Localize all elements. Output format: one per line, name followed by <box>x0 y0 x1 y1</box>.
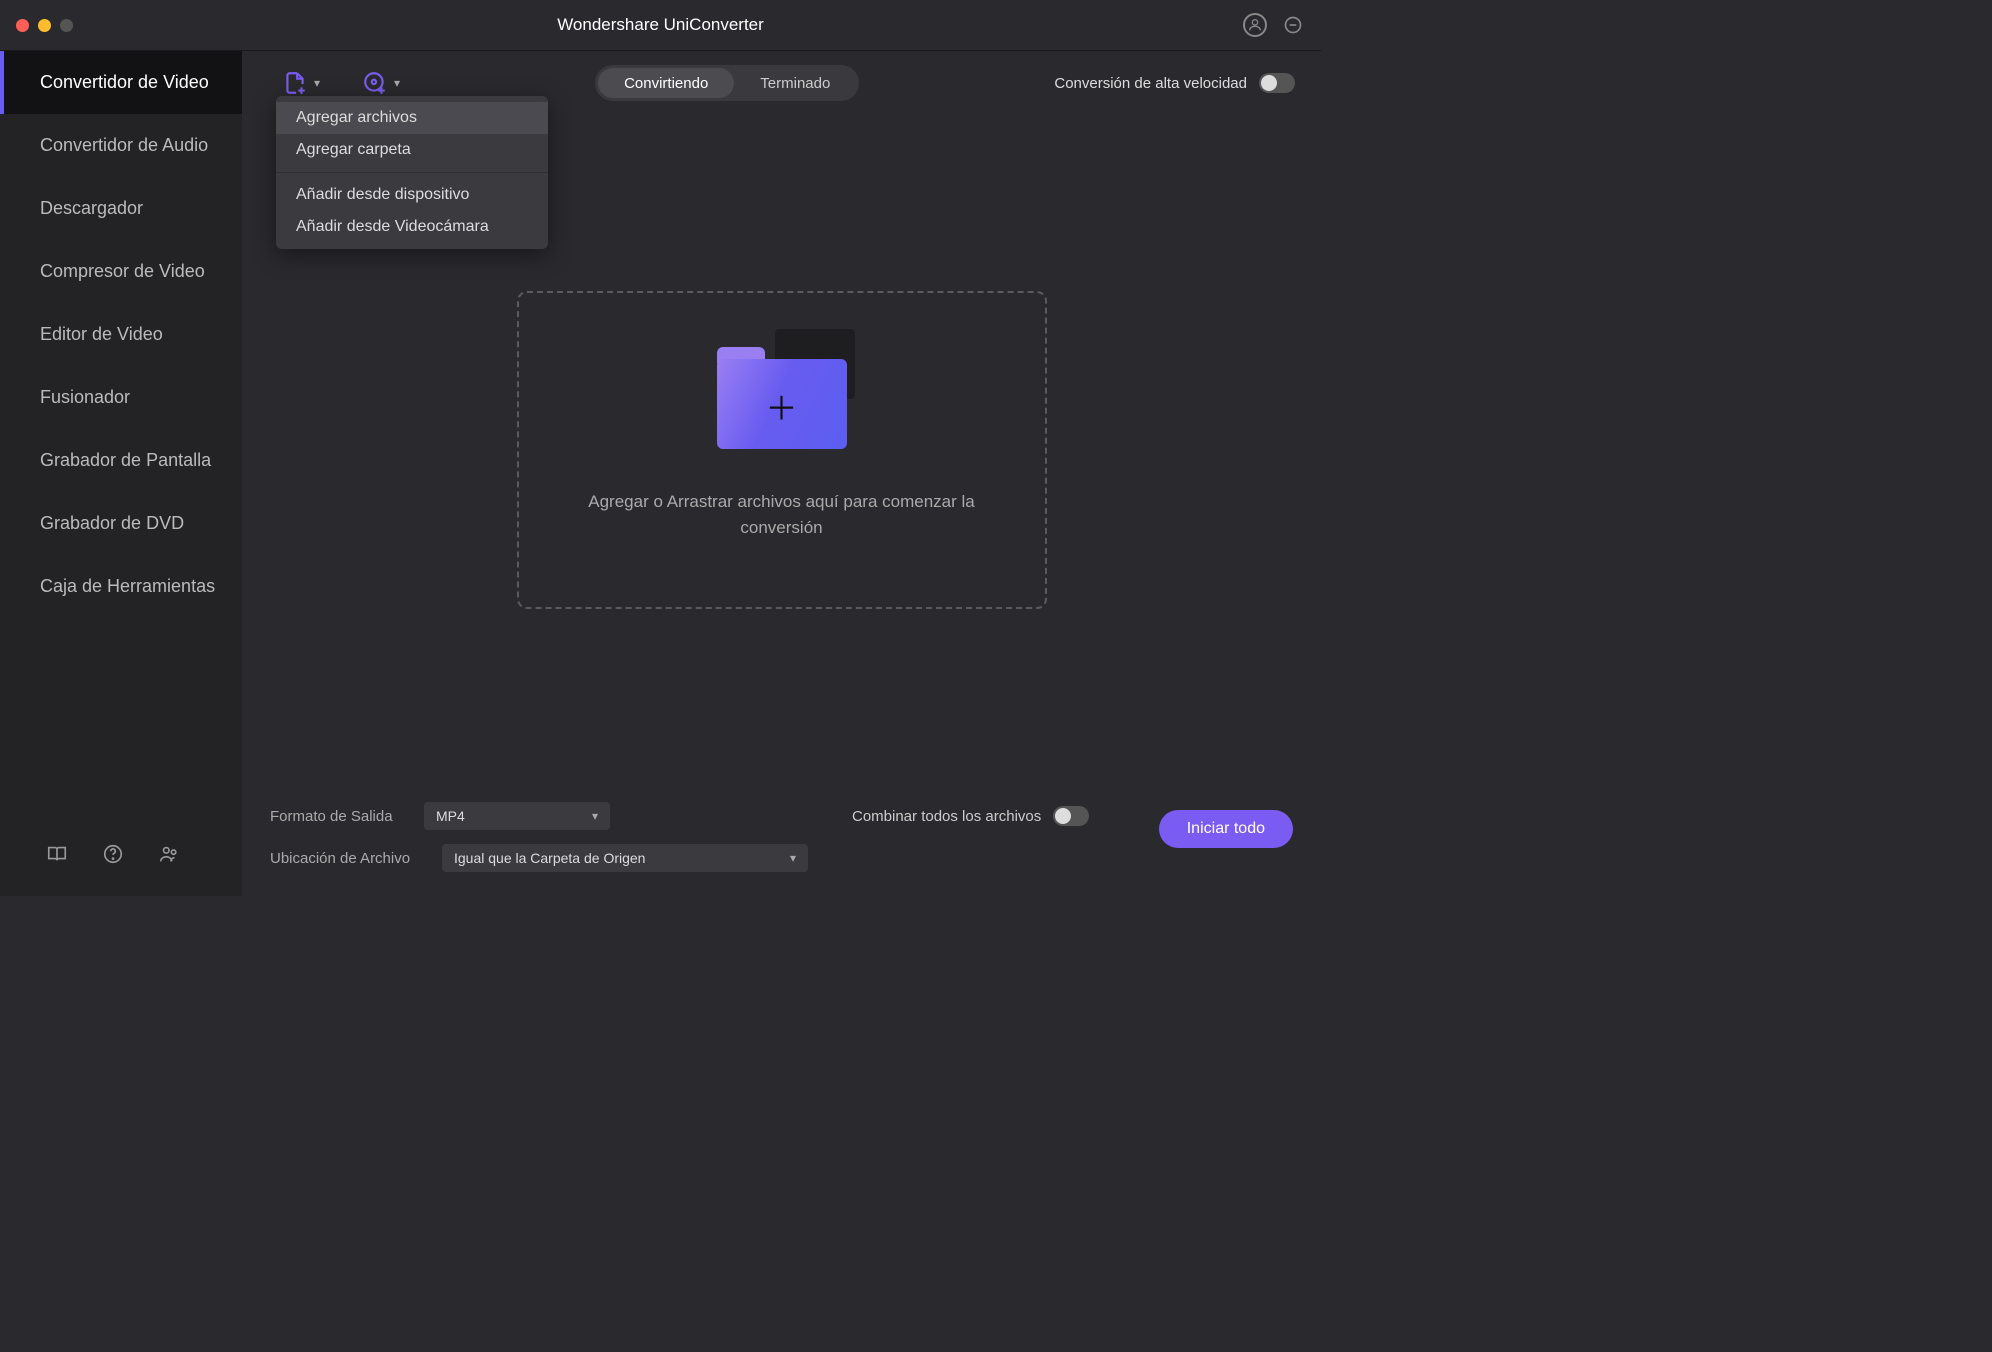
output-format-select[interactable]: MP4 ▾ <box>424 802 610 830</box>
load-dvd-button[interactable]: ▾ <box>362 70 400 96</box>
menu-item-label: Añadir desde Videocámara <box>296 218 489 235</box>
sidebar-item-dvd-burner[interactable]: Grabador de DVD <box>0 492 242 555</box>
window-controls <box>16 19 73 32</box>
sidebar-item-screen-recorder[interactable]: Grabador de Pantalla <box>0 429 242 492</box>
sidebar-item-merger[interactable]: Fusionador <box>0 366 242 429</box>
sidebar-item-label: Convertidor de Audio <box>40 135 208 155</box>
sidebar-item-label: Grabador de Pantalla <box>40 450 211 470</box>
file-location-select[interactable]: Igual que la Carpeta de Origen ▾ <box>442 844 808 872</box>
tutorial-icon[interactable] <box>46 843 68 870</box>
sidebar-item-label: Fusionador <box>40 387 130 407</box>
community-icon[interactable] <box>158 843 180 870</box>
menu-item-label: Añadir desde dispositivo <box>296 186 469 203</box>
sidebar-item-video-converter[interactable]: Convertidor de Video <box>0 51 242 114</box>
titlebar: Wondershare UniConverter <box>0 0 1321 51</box>
status-tabs: Convirtiendo Terminado <box>595 65 859 101</box>
sidebar-item-label: Grabador de DVD <box>40 513 184 533</box>
add-folder-icon: ＋ <box>717 359 847 459</box>
sidebar-item-video-editor[interactable]: Editor de Video <box>0 303 242 366</box>
add-file-button[interactable]: ▾ <box>282 70 320 96</box>
start-all-button[interactable]: Iniciar todo <box>1159 810 1293 848</box>
tab-finished[interactable]: Terminado <box>734 68 856 98</box>
sidebar-item-audio-converter[interactable]: Convertidor de Audio <box>0 114 242 177</box>
footer: Formato de Salida MP4 ▾ Ubicación de Arc… <box>242 784 1321 896</box>
menu-item-add-from-device[interactable]: Añadir desde dispositivo <box>276 179 548 211</box>
feedback-icon[interactable] <box>1281 13 1305 37</box>
sidebar-item-toolbox[interactable]: Caja de Herramientas <box>0 555 242 618</box>
account-icon[interactable] <box>1243 13 1267 37</box>
sidebar-item-label: Convertidor de Video <box>40 72 209 92</box>
sidebar-item-label: Editor de Video <box>40 324 163 344</box>
close-window-button[interactable] <box>16 19 29 32</box>
high-speed-label: Conversión de alta velocidad <box>1054 75 1247 92</box>
maximize-window-button[interactable] <box>60 19 73 32</box>
help-icon[interactable] <box>102 843 124 870</box>
tab-converting[interactable]: Convirtiendo <box>598 68 734 98</box>
start-button-label: Iniciar todo <box>1187 820 1265 837</box>
file-location-value: Igual que la Carpeta de Origen <box>454 850 645 866</box>
chevron-down-icon: ▾ <box>790 851 796 865</box>
app-title: Wondershare UniConverter <box>557 15 764 35</box>
output-format-value: MP4 <box>436 808 465 824</box>
minimize-window-button[interactable] <box>38 19 51 32</box>
merge-files-toggle[interactable] <box>1053 806 1089 826</box>
sidebar-item-downloader[interactable]: Descargador <box>0 177 242 240</box>
chevron-down-icon: ▾ <box>394 76 400 90</box>
tab-label: Terminado <box>760 75 830 92</box>
output-format-label: Formato de Salida <box>270 808 410 825</box>
menu-item-label: Agregar archivos <box>296 109 417 126</box>
high-speed-toggle[interactable] <box>1259 73 1295 93</box>
tab-label: Convirtiendo <box>624 75 708 92</box>
add-file-dropdown: Agregar archivos Agregar carpeta Añadir … <box>276 96 548 249</box>
sidebar-item-label: Caja de Herramientas <box>40 576 215 596</box>
chevron-down-icon: ▾ <box>314 76 320 90</box>
chevron-down-icon: ▾ <box>592 809 598 823</box>
file-drop-zone[interactable]: ＋ Agregar o Arrastrar archivos aquí para… <box>517 291 1047 609</box>
file-location-label: Ubicación de Archivo <box>270 850 428 867</box>
menu-item-add-folder[interactable]: Agregar carpeta <box>276 134 548 166</box>
drop-zone-text: Agregar o Arrastrar archivos aquí para c… <box>562 489 1002 540</box>
sidebar-item-label: Compresor de Video <box>40 261 205 281</box>
menu-item-add-from-camcorder[interactable]: Añadir desde Videocámara <box>276 211 548 243</box>
sidebar-item-video-compressor[interactable]: Compresor de Video <box>0 240 242 303</box>
merge-files-label: Combinar todos los archivos <box>852 808 1041 825</box>
sidebar-item-label: Descargador <box>40 198 143 218</box>
menu-item-label: Agregar carpeta <box>296 141 411 158</box>
sidebar: Convertidor de Video Convertidor de Audi… <box>0 51 242 896</box>
menu-item-add-files[interactable]: Agregar archivos <box>276 102 548 134</box>
menu-divider <box>276 172 548 173</box>
